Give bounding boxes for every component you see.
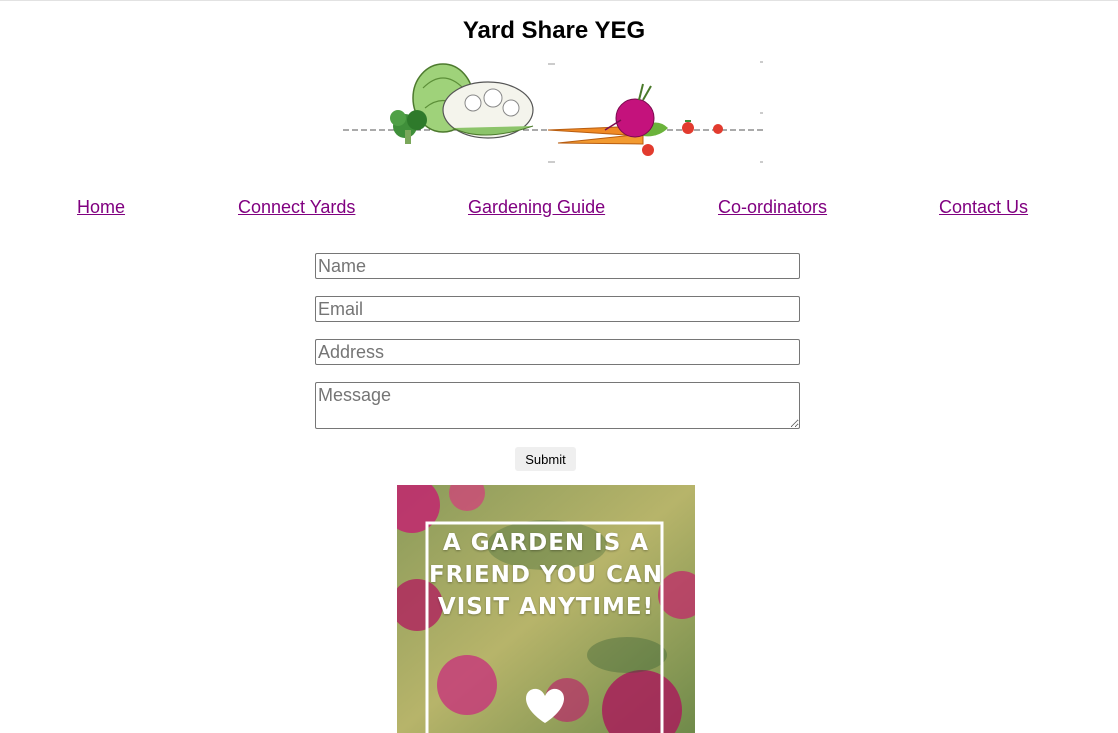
submit-button[interactable]: Submit xyxy=(515,447,576,471)
cauliflower-icon xyxy=(442,81,534,139)
nav-home-link[interactable]: Home xyxy=(77,197,125,218)
message-field[interactable] xyxy=(315,382,800,429)
email-field[interactable] xyxy=(315,296,800,322)
nav-contact-us-link[interactable]: Contact Us xyxy=(939,197,1028,218)
site-title: Yard Share YEG xyxy=(462,17,646,44)
garden-quote-poster: A GARDEN IS A FRIEND YOU CAN VISIT ANYTI… xyxy=(397,485,695,733)
nav-coordinators-link[interactable]: Co-ordinators xyxy=(718,197,827,218)
vegetables-banner-image xyxy=(343,61,765,163)
poster-line-2: FRIEND YOU CAN xyxy=(428,562,664,588)
nav-connect-yards-link[interactable]: Connect Yards xyxy=(238,197,355,218)
heart-icon xyxy=(526,688,564,723)
name-field[interactable] xyxy=(315,253,800,279)
broccoli-icon xyxy=(390,110,427,144)
poster-line-3: VISIT ANYTIME! xyxy=(437,594,655,620)
top-divider xyxy=(0,0,1118,1)
address-field[interactable] xyxy=(315,339,800,365)
poster-quote: A GARDEN IS A FRIEND YOU CAN VISIT ANYTI… xyxy=(397,527,695,623)
nav-gardening-guide-link[interactable]: Gardening Guide xyxy=(468,197,605,218)
poster-line-1: A GARDEN IS A xyxy=(442,530,650,556)
